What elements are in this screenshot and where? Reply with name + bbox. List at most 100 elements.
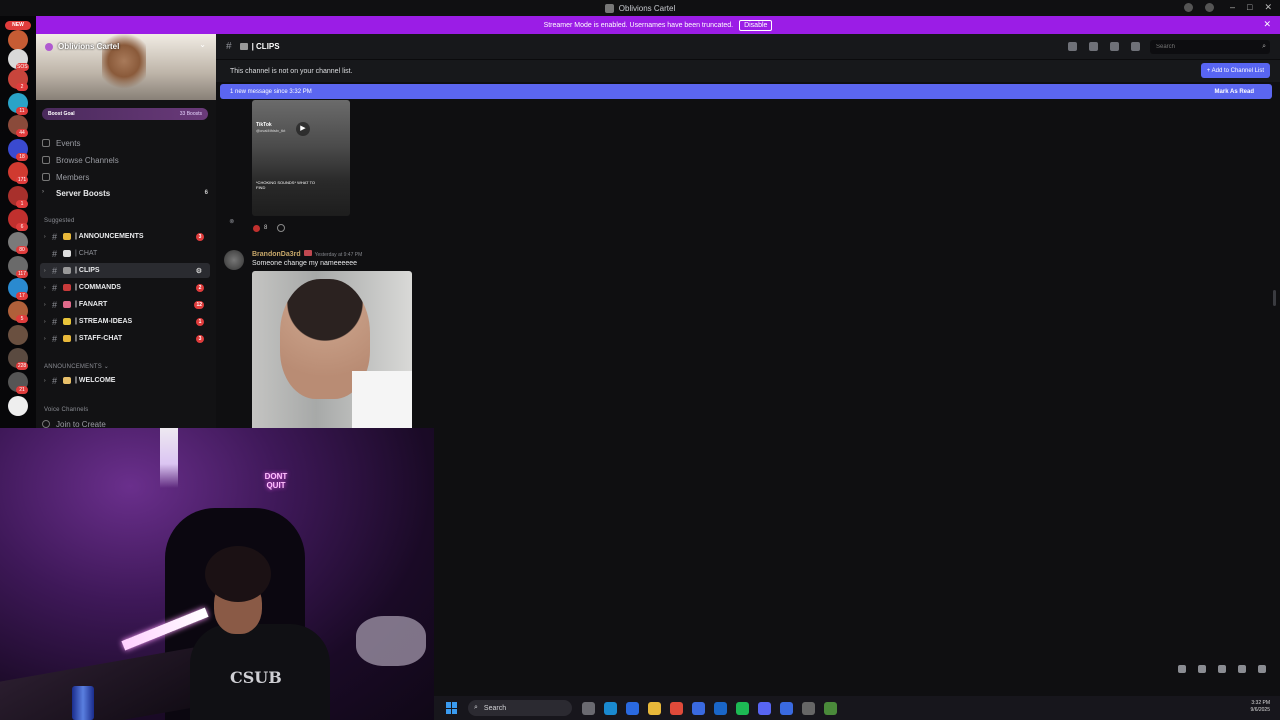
server-mention-badge: 1 <box>16 200 28 208</box>
gif-icon[interactable] <box>1198 665 1206 673</box>
ceiling-light <box>160 428 178 488</box>
channel-item[interactable]: › # | STAFF-CHAT 3 <box>40 331 210 346</box>
hash-icon: # <box>52 299 58 310</box>
message-author[interactable]: BrandonDa3rd <box>252 251 301 258</box>
title-bar: Oblivions Cartel – □ ✕ <box>0 0 1280 16</box>
gift-icon[interactable] <box>1178 665 1186 673</box>
server-mention-badge: 2 <box>16 83 28 91</box>
server-logo-icon <box>45 43 53 51</box>
taskbar-app-icon[interactable] <box>758 701 771 715</box>
pin-icon[interactable] <box>1110 42 1119 51</box>
channel-notice: This channel is not on your channel list… <box>216 60 1280 82</box>
server-mention-badge: 228 <box>16 362 28 370</box>
maximize-button[interactable]: □ <box>1247 2 1252 13</box>
channel-item[interactable]: › # | ANNOUNCEMENTS 3 <box>40 229 210 244</box>
disable-streamer-mode-button[interactable]: Disable <box>739 19 773 31</box>
taskbar-app-icon[interactable] <box>626 701 639 715</box>
hash-icon: # <box>52 231 58 242</box>
banner-text: Streamer Mode is enabled. Usernames have… <box>543 21 734 29</box>
category-suggested[interactable]: Suggested ⊗ <box>44 218 234 225</box>
image-attachment[interactable] <box>252 271 412 428</box>
system-clock[interactable]: 3:32 PM 9/6/2025 <box>1251 700 1270 714</box>
caret-icon: › <box>44 335 46 342</box>
taskbar-app-icon[interactable] <box>670 701 683 715</box>
server-name: Oblivions Cartel <box>58 42 120 51</box>
caret-icon: › <box>44 377 46 384</box>
search-input[interactable] <box>1150 40 1270 54</box>
taskbar-app-icon[interactable] <box>824 701 837 715</box>
inbox-icon[interactable] <box>1184 3 1193 12</box>
taskbar-search[interactable]: ⌕ Search <box>468 700 572 716</box>
webcam-overlay: DONT QUIT CSUB <box>0 428 434 720</box>
reaction-count: 8 <box>264 225 268 231</box>
windows-taskbar: ⌕ Search 3:32 PM 9/6/2025 <box>434 696 1280 720</box>
channel-item[interactable]: › # | CLIPS ⚙ <box>40 263 210 278</box>
server-icon[interactable] <box>8 30 28 50</box>
new-badge[interactable]: NEW <box>5 21 31 30</box>
server-icon[interactable] <box>8 325 28 345</box>
taskbar-app-icon[interactable] <box>582 701 595 715</box>
apps-icon[interactable] <box>1258 665 1266 673</box>
taskbar-app-icon[interactable] <box>648 701 661 715</box>
channel-label: | CHAT <box>75 250 98 257</box>
play-icon[interactable]: ▶ <box>296 122 310 136</box>
clapperboard-icon <box>239 43 248 50</box>
server-header[interactable]: Oblivions Cartel ⌄ <box>36 34 216 100</box>
channel-settings-icon[interactable]: ⚙ <box>196 267 204 275</box>
channel-label: | COMMANDS <box>75 284 121 291</box>
member-list-icon[interactable] <box>1131 42 1140 51</box>
channel-welcome[interactable]: › # | WELCOME <box>40 373 210 388</box>
hash-icon: # <box>52 333 58 344</box>
reaction-emoji-icon[interactable] <box>253 224 260 232</box>
add-reaction-icon[interactable] <box>277 224 286 232</box>
tiktok-video-embed[interactable]: TikTok @oval4thistv_tkt ▶ *CHOKING SOUND… <box>252 100 350 216</box>
taskbar-app-icon[interactable] <box>736 701 749 715</box>
minimize-button[interactable]: – <box>1230 2 1235 13</box>
server-mention-badge: 44 <box>16 129 28 137</box>
channel-item[interactable]: › # | FANART 12 <box>40 297 210 312</box>
boost-goal-bar[interactable]: Boost Goal 33 Boosts <box>42 108 208 120</box>
server-mention-badge: 171 <box>16 176 28 184</box>
close-window-button[interactable]: ✕ <box>1264 2 1272 13</box>
server-icon[interactable] <box>8 396 28 416</box>
avatar[interactable] <box>224 250 244 270</box>
threads-icon[interactable] <box>1068 42 1077 51</box>
sticker-icon[interactable] <box>1218 665 1226 673</box>
mark-as-read-button[interactable]: Mark As Read <box>1215 89 1254 95</box>
channel-mention-badge: 12 <box>194 300 204 309</box>
nav-events-label: Events <box>56 138 81 148</box>
windows-start-icon[interactable] <box>446 702 458 714</box>
streamer-mode-banner: Streamer Mode is enabled. Usernames have… <box>36 16 1280 34</box>
dismiss-suggested-icon[interactable]: ⊗ <box>229 218 234 225</box>
channel-item[interactable]: # | CHAT <box>40 246 210 261</box>
emoji-icon[interactable] <box>1238 665 1246 673</box>
channel-label: | ANNOUNCEMENTS <box>75 233 144 240</box>
taskbar-app-icon[interactable] <box>780 701 793 715</box>
notification-bell-icon[interactable] <box>1089 42 1098 51</box>
banner-close-icon[interactable]: ✕ <box>1263 19 1271 30</box>
nav-browse-channels[interactable]: Browse Channels <box>42 153 212 167</box>
category-voice[interactable]: Voice Channels <box>44 407 89 413</box>
hash-icon: # <box>226 41 232 52</box>
taskbar-app-icon[interactable] <box>692 701 705 715</box>
nav-events[interactable]: Events <box>42 136 212 150</box>
waving-hand-icon <box>63 377 72 384</box>
nav-server-boosts[interactable]: › Server Boosts 6 <box>42 186 212 200</box>
taskbar-app-icon[interactable] <box>714 701 727 715</box>
discord-app-icon <box>604 3 614 13</box>
nav-members[interactable]: Members <box>42 170 212 184</box>
channel-mention-badge: 3 <box>196 334 204 343</box>
channel-item[interactable]: › # | STREAM-IDEAS 1 <box>40 314 210 329</box>
clock-date: 9/6/2025 <box>1250 707 1270 713</box>
scrollbar[interactable] <box>1273 290 1276 306</box>
taskbar-app-icon[interactable] <box>802 701 815 715</box>
add-to-channel-list-button[interactable]: + Add to Channel List <box>1200 63 1270 78</box>
new-messages-bar[interactable]: 1 new message since 3:32 PM Mark As Read <box>220 84 1272 99</box>
chevron-down-icon[interactable]: ⌄ <box>199 40 206 49</box>
taskbar-app-icon[interactable] <box>604 701 617 715</box>
members-icon <box>42 173 50 181</box>
help-icon[interactable] <box>1205 3 1214 12</box>
channel-item[interactable]: › # | COMMANDS 2 <box>40 280 210 295</box>
channel-mention-badge: 2 <box>196 283 204 292</box>
category-announcements[interactable]: ANNOUNCEMENTS ⌄ + <box>44 363 269 370</box>
